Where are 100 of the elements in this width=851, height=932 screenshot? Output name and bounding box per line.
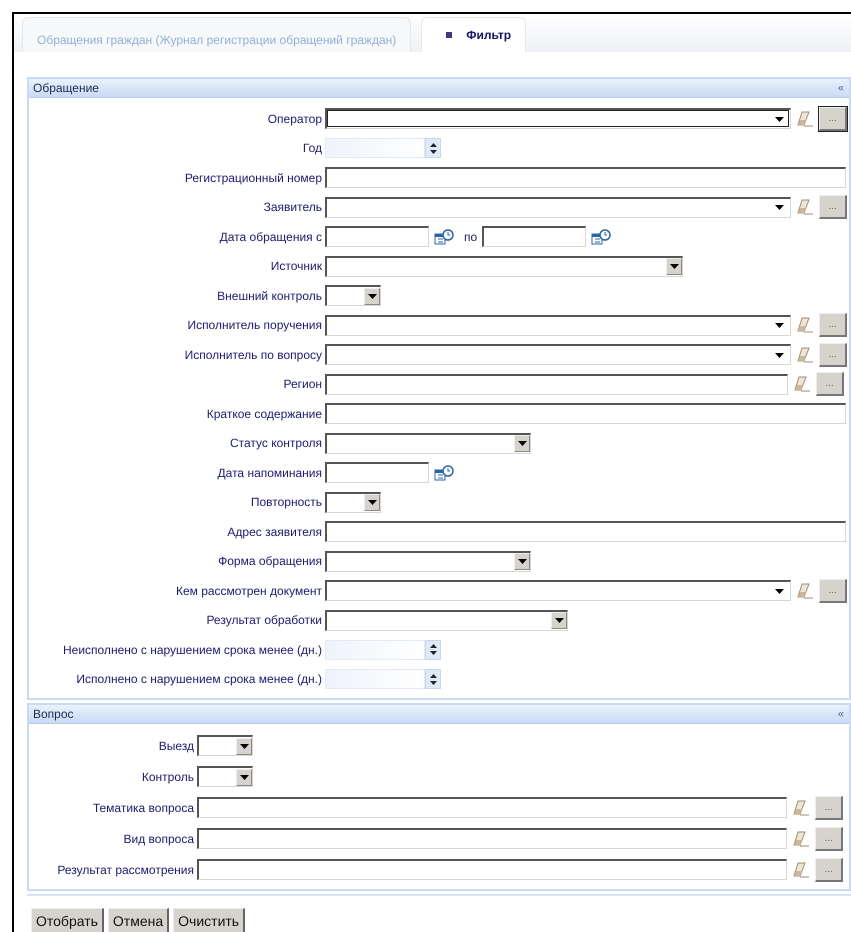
caret-icon <box>518 441 526 446</box>
field-label: Дата напоминания <box>216 466 323 480</box>
field-label: Источник <box>270 259 323 274</box>
eraser-icon[interactable] <box>796 316 814 334</box>
lookup-field[interactable] <box>197 797 787 818</box>
field-label: Статус контроля <box>228 436 323 450</box>
field-label: Внешний контроль <box>216 288 323 303</box>
field-label: Оператор <box>266 112 323 126</box>
field-label: Исполнитель по вопросу <box>184 348 323 362</box>
select-field[interactable] <box>325 610 568 631</box>
field-label: Выезд <box>158 738 195 752</box>
section-title: Обращение <box>33 81 99 95</box>
select-field[interactable] <box>325 492 381 513</box>
combo-field[interactable] <box>325 344 791 366</box>
date-range-label: по <box>464 230 478 244</box>
spinner-arrows-icon <box>430 142 436 154</box>
browse-button[interactable]: ... <box>819 342 847 367</box>
browse-button[interactable]: ... <box>819 106 847 131</box>
text-field[interactable] <box>325 167 846 188</box>
browse-button[interactable]: ... <box>816 372 844 396</box>
browse-button[interactable]: ... <box>819 313 847 338</box>
date-field[interactable] <box>482 226 586 248</box>
field-label: Форма обращения <box>217 554 323 568</box>
caret-icon <box>775 323 784 328</box>
lookup-field[interactable] <box>197 859 787 880</box>
field-label: Регистрационный номер <box>184 170 323 185</box>
spinner-arrows-icon <box>430 674 436 685</box>
eraser-icon[interactable] <box>792 830 810 848</box>
browse-button[interactable]: ... <box>815 796 843 820</box>
eraser-icon[interactable] <box>796 198 814 216</box>
section-title: Вопрос <box>33 707 74 721</box>
field-label: Результат рассмотрения <box>56 862 195 876</box>
eraser-icon[interactable] <box>792 798 810 816</box>
calendar-icon[interactable] <box>591 228 612 245</box>
field-label: Исполнено с нарушением срока менее (дн.) <box>75 672 323 686</box>
field-label: Краткое содержание <box>206 406 323 421</box>
eraser-icon[interactable] <box>796 110 814 128</box>
caret-icon <box>775 588 784 594</box>
field-label: Повторность <box>250 495 323 510</box>
caret-icon <box>368 294 376 299</box>
field-label: Неисполнено с нарушением срока менее (дн.) <box>62 642 323 657</box>
tab[interactable]: Обращения граждан (Журнал регистрации обращений граждан) <box>22 17 412 52</box>
caret-icon <box>775 205 784 210</box>
field-label: Регион <box>282 377 323 392</box>
browse-button[interactable]: ... <box>819 578 847 603</box>
field-label: Адрес заявителя <box>226 524 323 539</box>
number-field[interactable] <box>325 640 425 660</box>
caret-icon <box>775 352 784 358</box>
caret-icon <box>240 744 248 748</box>
action-button[interactable]: Отмена <box>108 908 170 932</box>
select-field[interactable] <box>325 550 531 572</box>
field-label: Результат обработки <box>205 613 323 628</box>
combo-field[interactable] <box>325 196 791 218</box>
select-field[interactable] <box>325 285 381 306</box>
caret-icon <box>368 500 376 506</box>
field-label: Контроль <box>140 770 195 784</box>
field-label: Вид вопроса <box>122 832 195 846</box>
combo-field[interactable] <box>325 108 791 130</box>
action-button[interactable]: Очистить <box>173 908 246 932</box>
tab[interactable]: Фильтр <box>421 17 526 52</box>
lookup-field[interactable] <box>325 374 788 395</box>
caret-icon <box>518 559 526 564</box>
caret-icon <box>775 116 784 122</box>
select-field[interactable] <box>197 735 253 756</box>
collapse-toggle[interactable]: « <box>838 82 844 94</box>
action-button[interactable]: Отобрать <box>31 908 104 932</box>
combo-field[interactable] <box>325 580 791 602</box>
browse-button[interactable]: ... <box>819 195 847 220</box>
select-field[interactable] <box>197 766 253 787</box>
select-field[interactable] <box>325 256 683 277</box>
date-field[interactable] <box>325 462 429 484</box>
spinner-button[interactable] <box>425 640 441 660</box>
text-field[interactable] <box>325 403 846 424</box>
spinner-button[interactable] <box>425 138 441 158</box>
text-field[interactable] <box>325 521 846 542</box>
field-label: Заявитель <box>262 200 323 214</box>
eraser-icon[interactable] <box>796 346 814 364</box>
caret-icon <box>554 618 564 624</box>
field-label: Дата обращения с <box>218 230 323 244</box>
lookup-field[interactable] <box>197 828 787 849</box>
caret-icon <box>670 264 678 270</box>
eraser-icon[interactable] <box>793 375 811 394</box>
field-label: Кем рассмотрен документ <box>174 584 323 598</box>
spinner-arrows-icon <box>430 644 436 656</box>
caret-icon <box>240 774 248 780</box>
browse-button[interactable]: ... <box>815 826 843 850</box>
eraser-icon[interactable] <box>792 860 810 878</box>
number-field[interactable] <box>325 669 425 690</box>
number-field[interactable] <box>325 138 425 158</box>
field-label: Исполнитель поручения <box>186 318 323 332</box>
spinner-button[interactable] <box>425 669 441 690</box>
select-field[interactable] <box>325 432 531 454</box>
date-field[interactable] <box>325 226 429 248</box>
bullet-icon <box>446 32 452 38</box>
calendar-icon[interactable] <box>434 228 455 245</box>
eraser-icon[interactable] <box>796 582 814 600</box>
calendar-icon[interactable] <box>434 464 455 481</box>
combo-field[interactable] <box>325 314 791 336</box>
collapse-toggle[interactable]: « <box>838 708 844 720</box>
browse-button[interactable]: ... <box>815 858 843 882</box>
